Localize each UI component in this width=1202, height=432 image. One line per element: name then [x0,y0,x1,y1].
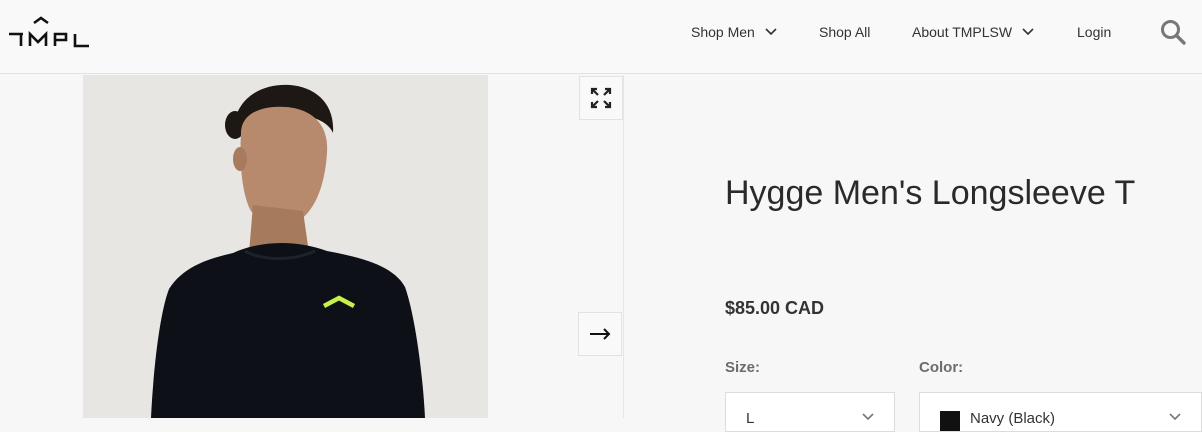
nav-shop-all[interactable]: Shop All [819,23,870,41]
chevron-down-icon [862,413,874,421]
size-select-value: L [746,410,755,427]
color-swatch [940,411,960,431]
product-gallery [0,75,624,418]
expand-icon [590,87,612,109]
fullscreen-button[interactable] [579,76,623,120]
color-label: Color: [919,359,964,376]
tmpl-logo[interactable] [8,16,104,50]
product-price: $85.00 CAD [725,298,825,318]
nav-shop-men-label: Shop Men [691,24,755,40]
nav-about[interactable]: About TMPLSW [912,23,1034,41]
chevron-down-icon [1169,413,1181,421]
site-header: Shop Men Shop All About TMPLSW Login [0,0,1202,74]
product-title: Hygge Men's Longsleeve T [725,174,1136,212]
arrow-right-icon [590,328,611,340]
size-label: Size: [725,359,761,376]
nav-shop-men[interactable]: Shop Men [691,23,777,41]
nav-shop-all-label: Shop All [819,24,871,40]
nav-about-label: About TMPLSW [912,24,1013,40]
size-select[interactable]: L [725,392,895,432]
product-photo[interactable] [83,75,488,418]
nav-login[interactable]: Login [1077,23,1111,41]
color-select-value: Navy (Black) [970,410,1056,427]
next-image-button[interactable] [578,312,622,356]
color-select[interactable]: Navy (Black) [919,392,1202,432]
chevron-down-icon [1022,28,1034,36]
search-icon[interactable] [1160,19,1186,45]
nav-login-label: Login [1077,24,1112,40]
chevron-down-icon [765,28,777,36]
